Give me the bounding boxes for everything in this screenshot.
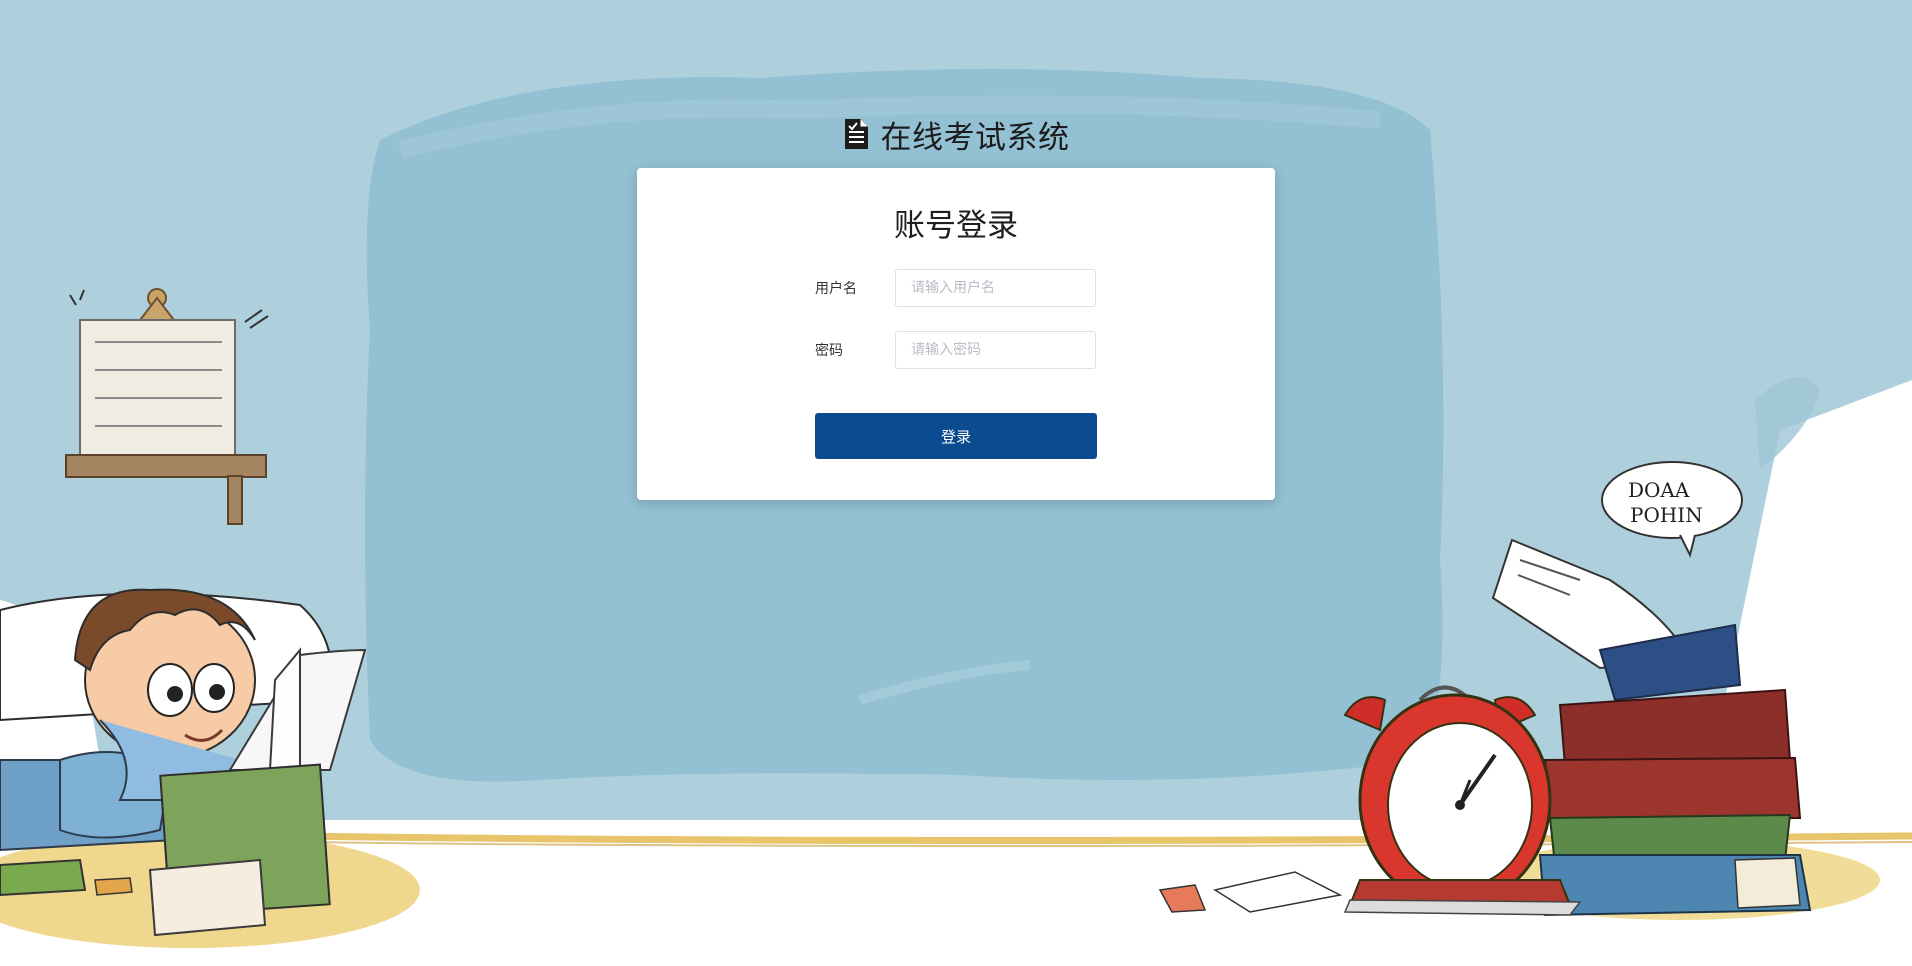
login-card-title: 账号登录	[894, 208, 1018, 244]
speech-bubble-text-2: POHIN	[1630, 503, 1703, 527]
document-icon	[844, 119, 868, 149]
password-label: 密码	[815, 343, 843, 359]
password-input[interactable]	[895, 331, 1096, 369]
app-title: 在线考试系统	[880, 119, 1070, 156]
password-row: 密码	[815, 331, 1096, 369]
boy-reading-illustration	[0, 588, 367, 937]
wall-notice-board	[65, 288, 269, 525]
username-label: 用户名	[815, 281, 857, 297]
login-page: DOAA POHIN 在线考试系统 账号登录 用户名 请输入用户名 密码 登录	[0, 0, 1912, 966]
speech-bubble-text-1: DOAA	[1628, 478, 1690, 502]
username-input[interactable]	[895, 269, 1096, 307]
login-button[interactable]: 登录	[815, 413, 1097, 459]
username-row: 用户名	[815, 269, 1096, 307]
app-header: 在线考试系统	[0, 108, 1912, 160]
